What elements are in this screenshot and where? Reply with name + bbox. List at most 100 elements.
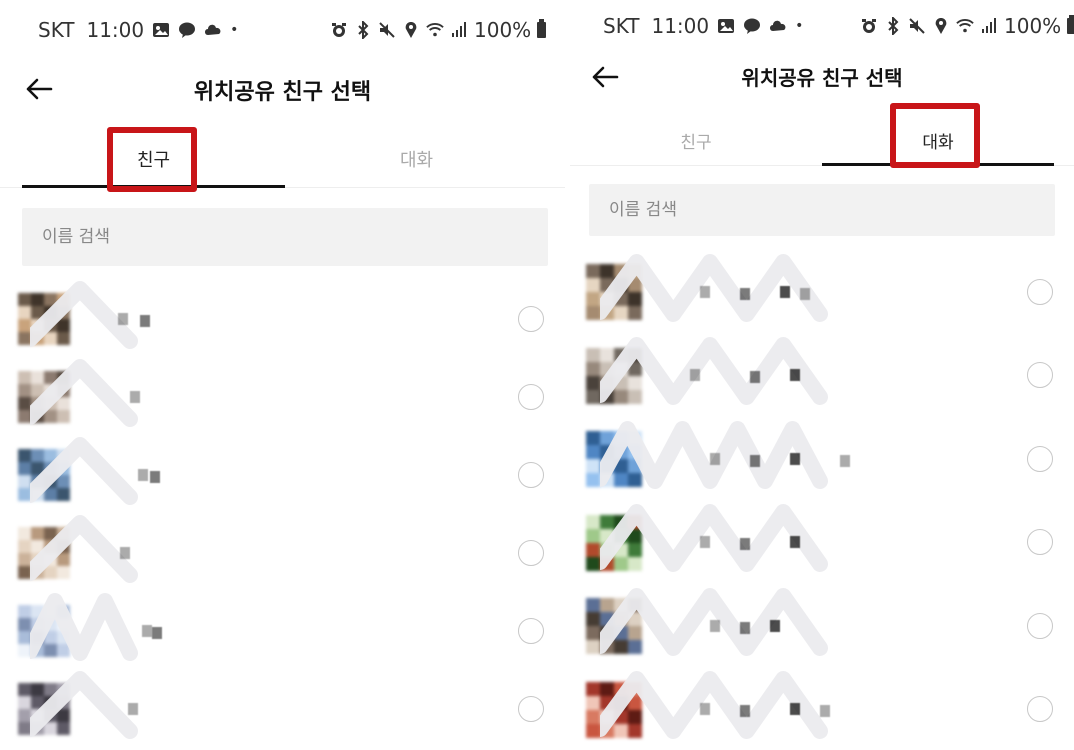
redaction-stroke xyxy=(30,281,138,349)
list-item[interactable] xyxy=(570,584,1074,668)
select-radio[interactable] xyxy=(1027,696,1053,723)
mute-icon xyxy=(909,18,925,34)
select-radio[interactable] xyxy=(518,306,544,332)
battery-icon xyxy=(537,19,547,38)
redaction-block xyxy=(142,625,152,637)
redaction-block xyxy=(150,471,160,483)
tab-bar: 친구 대화 xyxy=(570,104,1074,166)
contact-name-redacted xyxy=(600,586,840,666)
redaction-scribble xyxy=(600,420,828,489)
status-time: 11:00 xyxy=(86,18,145,42)
kakaotalk-icon xyxy=(744,18,761,34)
list-item[interactable] xyxy=(0,514,565,592)
select-radio[interactable] xyxy=(1027,529,1053,556)
redaction-scribble xyxy=(600,504,828,573)
page-title: 위치공유 친구 선택 xyxy=(193,80,372,105)
list-item[interactable] xyxy=(570,250,1074,334)
list-item[interactable] xyxy=(0,358,565,436)
contact-name-redacted xyxy=(30,591,162,671)
list-item[interactable] xyxy=(0,592,565,670)
search-box[interactable] xyxy=(22,208,548,266)
list-item[interactable] xyxy=(570,417,1074,501)
select-radio[interactable] xyxy=(1027,612,1053,639)
list-item[interactable] xyxy=(0,436,565,514)
contact-name-redacted xyxy=(30,435,160,515)
redaction-stroke xyxy=(30,437,138,505)
redaction-scribble xyxy=(30,515,138,583)
list-item[interactable] xyxy=(0,670,565,748)
tab-chats[interactable]: 대화 xyxy=(285,126,548,187)
status-dot: • xyxy=(795,18,804,34)
redaction-scribble xyxy=(600,587,828,656)
bluetooth-icon xyxy=(888,17,899,35)
list-item[interactable] xyxy=(0,280,565,358)
carrier-label: SKT xyxy=(38,18,75,42)
tab-friends-label: 친구 xyxy=(680,133,712,153)
list-item[interactable] xyxy=(570,334,1074,418)
redaction-scribble xyxy=(600,671,828,740)
redaction-block xyxy=(840,454,850,467)
redaction-block xyxy=(740,621,750,634)
contact-name-redacted xyxy=(600,502,840,582)
redaction-block xyxy=(138,469,148,481)
list-item[interactable] xyxy=(570,501,1074,585)
redaction-block xyxy=(690,369,700,382)
contact-name-redacted xyxy=(600,669,840,749)
redaction-block xyxy=(710,619,720,632)
redaction-block xyxy=(710,452,720,465)
redaction-scribble xyxy=(30,437,138,505)
image-icon xyxy=(153,23,170,37)
redaction-block xyxy=(152,627,162,639)
header: 위치공유 친구 선택 xyxy=(0,62,565,112)
search-box[interactable] xyxy=(589,184,1055,236)
redaction-block xyxy=(740,287,750,300)
select-radio[interactable] xyxy=(518,696,544,722)
signal-icon xyxy=(452,22,466,37)
battery-icon xyxy=(1067,15,1074,34)
redaction-block xyxy=(780,285,790,298)
wifi-icon xyxy=(426,23,444,37)
select-radio[interactable] xyxy=(1027,278,1053,305)
redaction-block xyxy=(700,285,710,298)
select-radio[interactable] xyxy=(518,384,544,410)
alarm-icon xyxy=(332,23,346,37)
contact-name-redacted xyxy=(30,669,150,749)
battery-percent: 100% xyxy=(474,18,532,42)
contact-name-redacted xyxy=(600,252,840,332)
wifi-icon xyxy=(956,19,974,33)
redaction-block xyxy=(118,313,128,325)
tab-friends[interactable]: 친구 xyxy=(570,104,822,165)
search-input[interactable] xyxy=(589,184,1055,236)
redaction-block xyxy=(790,452,800,465)
redaction-stroke xyxy=(30,671,138,739)
redaction-block xyxy=(740,705,750,718)
select-radio[interactable] xyxy=(1027,362,1053,389)
select-radio[interactable] xyxy=(518,462,544,488)
redaction-stroke xyxy=(30,515,138,583)
redaction-block xyxy=(770,619,780,632)
contact-name-redacted xyxy=(30,513,150,593)
redaction-stroke xyxy=(600,504,828,573)
highlight-box xyxy=(107,127,197,192)
list-item[interactable] xyxy=(570,668,1074,750)
kakaotalk-icon xyxy=(179,22,196,38)
redaction-stroke xyxy=(30,359,138,427)
status-time: 11:00 xyxy=(651,14,710,38)
battery-percent: 100% xyxy=(1004,14,1062,38)
redaction-block xyxy=(120,547,130,559)
search-input[interactable] xyxy=(22,208,548,266)
select-radio[interactable] xyxy=(518,540,544,566)
cloud-icon xyxy=(205,24,221,35)
redaction-scribble xyxy=(30,593,138,661)
redaction-block xyxy=(790,536,800,549)
mute-icon xyxy=(379,22,395,38)
highlight-box xyxy=(890,103,980,168)
select-radio[interactable] xyxy=(1027,445,1053,472)
redaction-block xyxy=(800,287,810,300)
redaction-block xyxy=(700,536,710,549)
select-radio[interactable] xyxy=(518,618,544,644)
header: 위치공유 친구 선택 xyxy=(570,50,1074,100)
redaction-scribble xyxy=(30,281,138,349)
alarm-icon xyxy=(862,19,876,33)
status-dot: • xyxy=(230,22,239,38)
